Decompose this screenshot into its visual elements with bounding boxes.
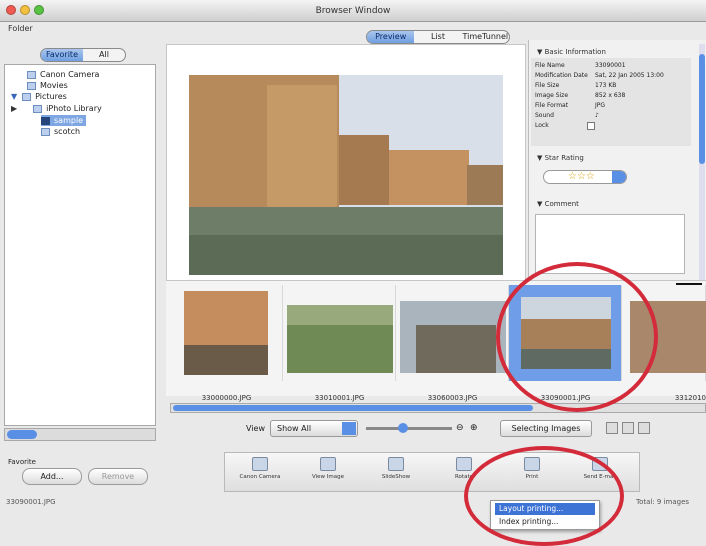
zoom-slider[interactable] — [366, 423, 452, 433]
select-arrows-icon — [612, 171, 626, 183]
comment-header[interactable]: ▼ Comment — [537, 200, 579, 208]
disclosure-open-icon: ▼ — [537, 154, 545, 162]
thumbnail-image — [400, 301, 506, 373]
layout-double-icon[interactable] — [622, 422, 634, 434]
title-bar: Browser Window — [0, 0, 706, 22]
disclosure-open-icon: ▼ — [537, 200, 545, 208]
folder-tree: Canon Camera Movies ▼ Pictures ▶ iPhoto Li… — [4, 64, 156, 426]
window-title: Browser Window — [315, 6, 391, 16]
basic-info-box: File Name 33090001 Modification Date Sat, … — [531, 58, 691, 146]
tree-item-scotch[interactable]: scotch — [41, 126, 80, 137]
monitor-icon — [320, 457, 336, 471]
tree-item-iphoto-library[interactable]: ▶ iPhoto Library — [11, 103, 102, 114]
layout-single-icon[interactable] — [606, 422, 618, 434]
scroll-thumb[interactable] — [7, 430, 37, 439]
segment-favorite[interactable]: Favorite — [41, 49, 83, 61]
slideshow-button[interactable]: SlideShow — [369, 457, 423, 480]
highlight-circle — [464, 446, 624, 546]
thumbnail-filename: 33010001.JPG — [314, 394, 365, 402]
info-panel: ▼ Basic Information File Name 33090001 Mo… — [528, 40, 706, 282]
thumbnail-filename: 33000000.JPG — [201, 394, 252, 402]
zoom-out-icon[interactable]: ⊖ — [456, 423, 464, 433]
rotate-icon — [456, 457, 472, 471]
star-rating-value: ☆☆☆ — [568, 171, 595, 182]
folder-icon — [41, 116, 50, 125]
info-row: Modification Date Sat, 22 Jan 2005 13:00 — [535, 72, 664, 79]
camera-icon — [27, 70, 36, 79]
folder-icon — [22, 92, 32, 101]
scroll-thumb[interactable] — [173, 405, 533, 411]
view-mode-tabs: Preview List TimeTunnel — [366, 30, 510, 44]
tab-timetunnel[interactable]: TimeTunnel — [462, 31, 509, 43]
folder-icon — [33, 104, 43, 113]
info-row: Lock — [535, 122, 685, 130]
preview-image[interactable] — [167, 45, 525, 283]
info-row: File Name 33090001 — [535, 62, 626, 69]
thumbnail-filename: 33060003.JPG — [427, 394, 478, 402]
pointer-line — [676, 283, 702, 285]
tab-list[interactable]: List — [414, 31, 461, 43]
favorite-label: Favorite — [8, 458, 36, 466]
view-image-button[interactable]: View Image — [301, 457, 355, 480]
sound-icon: ♪ — [595, 112, 599, 119]
folder-icon — [27, 81, 36, 90]
zoom-in-icon[interactable]: ⊕ — [470, 423, 478, 433]
status-filename: 33090001.JPG — [6, 498, 56, 506]
folder-icon — [41, 127, 50, 136]
layout-grid-icon[interactable] — [638, 422, 650, 434]
zoom-slider-knob[interactable] — [398, 423, 408, 433]
info-scrollbar[interactable] — [699, 44, 705, 280]
scroll-thumb[interactable] — [699, 54, 705, 164]
status-total: Total: 9 images — [636, 498, 690, 506]
info-row: File Size 173 KB — [535, 82, 617, 89]
tree-item-pictures[interactable]: ▼ Pictures — [11, 91, 67, 102]
view-filter-select[interactable]: Show All — [270, 420, 358, 437]
segment-all[interactable]: All — [83, 49, 125, 61]
thumbnail[interactable] — [396, 285, 509, 381]
disclosure-closed-icon[interactable]: ▶ — [11, 104, 17, 113]
tab-preview[interactable]: Preview — [367, 31, 415, 43]
left-horizontal-scrollbar[interactable] — [4, 428, 156, 441]
star-rating-header[interactable]: ▼ Star Rating — [537, 154, 584, 162]
disclosure-open-icon[interactable]: ▼ — [11, 92, 17, 101]
view-toolbar: View Show All ⊖ ⊕ Selecting Images — [166, 418, 706, 440]
camera-icon — [252, 457, 268, 471]
selecting-images-menu[interactable]: Selecting Images — [500, 420, 592, 437]
folder-label: Folder — [8, 24, 33, 33]
thumbnail-image — [287, 305, 393, 373]
thumbnail-image — [184, 291, 268, 375]
info-row: File Format JPG — [535, 102, 606, 109]
info-row: Sound ♪ — [535, 112, 599, 119]
preview-area — [166, 44, 526, 284]
slideshow-icon — [388, 457, 404, 471]
folder-segmented-control: Favorite All — [40, 48, 126, 62]
thumbnail[interactable] — [283, 285, 396, 381]
info-row: Image Size 852 x 638 — [535, 92, 626, 99]
thumbnail[interactable] — [170, 285, 283, 381]
tree-item-movies[interactable]: Movies — [27, 80, 68, 91]
thumbnail-scrollbar[interactable] — [170, 403, 706, 413]
lock-checkbox[interactable] — [587, 122, 595, 130]
canon-camera-button[interactable]: Canon Camera — [233, 457, 287, 480]
view-label: View — [246, 424, 265, 433]
disclosure-open-icon: ▼ — [537, 48, 545, 56]
remove-favorite-button[interactable]: Remove — [88, 468, 148, 485]
star-rating-select[interactable]: ☆☆☆ — [543, 170, 627, 184]
thumbnail-filename: 3312010 — [674, 394, 706, 402]
highlight-circle — [496, 262, 658, 412]
tree-item-sample[interactable]: sample — [41, 115, 87, 126]
add-favorite-button[interactable]: Add... — [22, 468, 82, 485]
basic-info-header[interactable]: ▼ Basic Information — [537, 48, 606, 56]
tree-item-canon-camera[interactable]: Canon Camera — [27, 69, 99, 80]
select-arrows-icon — [342, 422, 356, 435]
